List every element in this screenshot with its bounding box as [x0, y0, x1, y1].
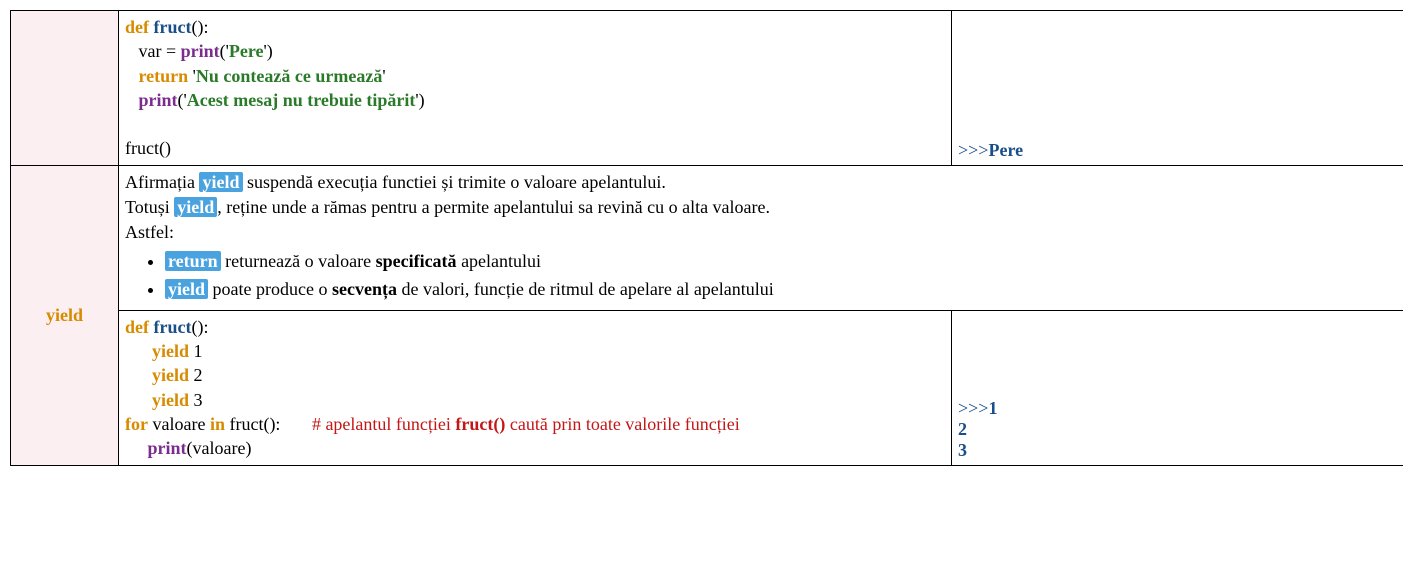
code-cell-return: def fruct(): var = print('Pere') return … — [119, 11, 952, 166]
row-yield-desc: yield Afirmația yield suspendă execuția … — [11, 165, 1403, 310]
prompt: >>> — [958, 398, 988, 418]
list-item: yield poate produce o secvența de valori… — [165, 277, 1403, 302]
comment: # apelantul funcției fruct() caută prin … — [312, 414, 740, 434]
output-value: 2 — [958, 419, 967, 439]
code-yield: def fruct(): yield 1 yield 2 yield 3 for… — [125, 315, 945, 461]
reference-table: def fruct(): var = print('Pere') return … — [10, 10, 1403, 466]
output-value: 1 — [988, 398, 997, 418]
code-cell-yield: def fruct(): yield 1 yield 2 yield 3 for… — [119, 310, 952, 465]
rowhead-return — [11, 11, 119, 166]
row-yield-code: def fruct(): yield 1 yield 2 yield 3 for… — [11, 310, 1403, 465]
row-return: def fruct(): var = print('Pere') return … — [11, 11, 1403, 166]
yield-description: Afirmația yield suspendă execuția functi… — [125, 170, 1403, 302]
list-item: return returnează o valoare specificată … — [165, 249, 1403, 274]
rowhead-yield: yield — [11, 165, 119, 465]
highlight-yield: yield — [165, 279, 208, 299]
highlight-yield: yield — [174, 197, 217, 217]
highlight-yield: yield — [199, 172, 242, 192]
output-cell-return: >>>Pere — [952, 11, 1403, 166]
output-value: Pere — [988, 140, 1023, 160]
desc-cell-yield: Afirmația yield suspendă execuția functi… — [119, 165, 1403, 310]
code-return: def fruct(): var = print('Pere') return … — [125, 15, 945, 161]
highlight-return: return — [165, 251, 221, 271]
output-value: 3 — [958, 440, 967, 460]
prompt: >>> — [958, 140, 988, 160]
output-cell-yield: >>>1 2 3 — [952, 310, 1403, 465]
desc-list: return returnează o valoare specificată … — [165, 249, 1403, 301]
